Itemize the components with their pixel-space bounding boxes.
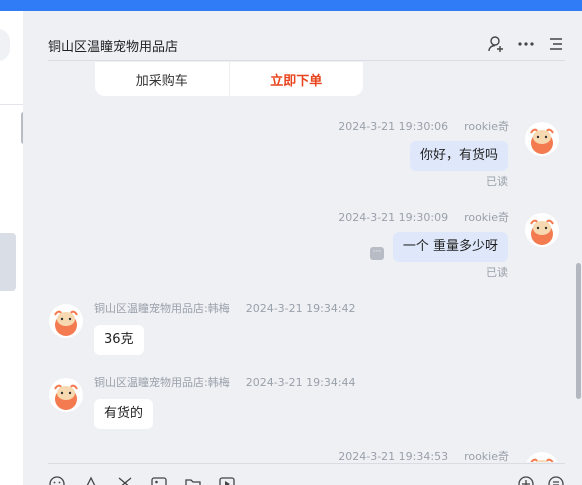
buy-now-button[interactable]: 立即下单 (228, 62, 364, 96)
message-list[interactable]: 加采购车 立即下单 2024-3-21 19:30:06 rookie奇 你好，有… (23, 62, 582, 462)
product-card-actions: 加采购车 立即下单 (95, 62, 363, 96)
input-tools (48, 475, 236, 485)
message-bubble[interactable]: 有货的 (94, 399, 154, 429)
avatar-icon[interactable] (49, 304, 83, 338)
note-icon[interactable] (547, 475, 565, 485)
message-meta: 2024-3-21 19:30:09 rookie奇 (338, 209, 509, 225)
video-icon[interactable] (218, 475, 236, 485)
image-icon[interactable] (150, 475, 168, 485)
header-actions (487, 35, 565, 53)
divider (0, 104, 23, 105)
menu-icon[interactable] (547, 35, 565, 53)
message-meta: 铜山区温瞳宠物用品店:韩梅 2024-3-21 19:34:44 (94, 374, 356, 390)
message-time: 2024-3-21 19:30:09 (338, 211, 449, 224)
conversation-list-panel (0, 11, 26, 485)
chat-window: 铜山区温瞳宠物用品店 加采购车 立即下单 2024-3-21 19:30:06 r… (23, 11, 582, 485)
emoji-icon[interactable] (48, 475, 66, 485)
message-sender: rookie奇 (464, 211, 509, 224)
input-toolbar (48, 463, 565, 485)
message-bubble[interactable]: 一个 重量多少呀 (392, 232, 508, 262)
message-meta: 2024-3-21 19:34:53 rookie奇 (338, 448, 509, 462)
scissors-icon[interactable] (116, 475, 134, 485)
message-time: 2024-3-21 19:34:53 (338, 450, 449, 462)
message-time: 2024-3-21 19:30:06 (338, 120, 449, 133)
bell-icon[interactable] (82, 475, 100, 485)
message-sender: 铜山区温瞳宠物用品店:韩梅 (94, 302, 230, 315)
message-list-scrollbar[interactable] (576, 263, 581, 399)
search-input[interactable] (0, 29, 10, 61)
message-sender: 铜山区温瞳宠物用品店:韩梅 (94, 376, 230, 389)
conversation-item-selected[interactable] (0, 233, 16, 291)
add-user-icon[interactable] (487, 35, 505, 53)
window-top-bar (0, 0, 582, 11)
avatar-icon[interactable] (49, 378, 83, 412)
message-bubble[interactable]: 36克 (94, 325, 144, 355)
avatar-icon[interactable] (525, 213, 559, 247)
more-icon[interactable] (517, 35, 535, 53)
message-time: 2024-3-21 19:34:42 (245, 302, 356, 315)
read-status: 已读 (486, 266, 508, 279)
input-tools-right (517, 475, 565, 485)
avatar-icon[interactable] (525, 452, 559, 462)
chat-header: 铜山区温瞳宠物用品店 (48, 11, 565, 61)
chat-title: 铜山区温瞳宠物用品店 (48, 40, 179, 55)
message-bubble[interactable]: 你好，有货吗 (409, 141, 508, 171)
add-to-cart-button[interactable]: 加采购车 (95, 62, 229, 96)
read-status: 已读 (486, 175, 508, 188)
add-circle-icon[interactable] (517, 475, 535, 485)
message-meta: 铜山区温瞳宠物用品店:韩梅 2024-3-21 19:34:42 (94, 300, 356, 316)
message-meta: 2024-3-21 19:30:06 rookie奇 (338, 118, 509, 134)
folder-icon[interactable] (184, 475, 202, 485)
message-more-icon[interactable]: ··· (370, 247, 384, 260)
avatar-icon[interactable] (525, 122, 559, 156)
message-sender: rookie奇 (464, 450, 509, 462)
message-sender: rookie奇 (464, 120, 509, 133)
message-time: 2024-3-21 19:34:44 (245, 376, 356, 389)
